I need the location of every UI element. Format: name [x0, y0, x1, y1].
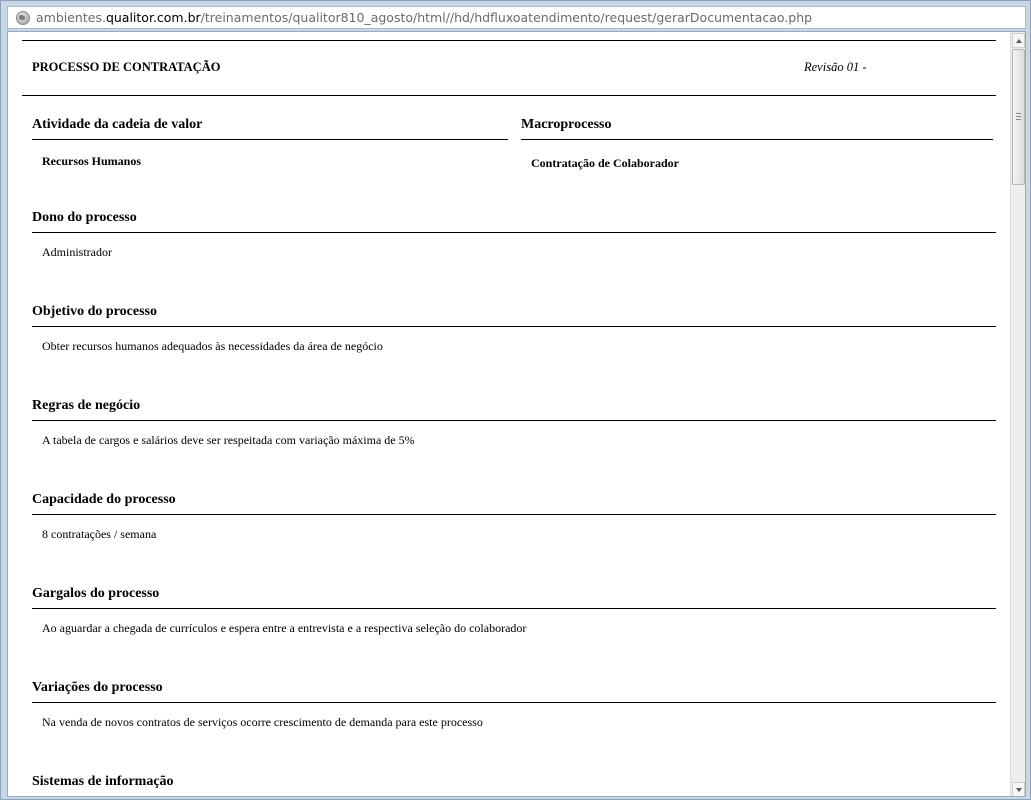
section-rule: [521, 139, 993, 140]
section-value: 8 contratações / semana: [42, 527, 157, 541]
url-prefix: ambientes.: [36, 10, 106, 25]
globe-icon: [16, 10, 30, 25]
section-rule: [32, 608, 996, 609]
top-divider: [22, 40, 996, 41]
section-label: Dono do processo: [32, 210, 137, 225]
section-value: Na venda de novos contratos de serviços …: [42, 715, 483, 729]
section-information-systems: Sistemas de informação: [32, 774, 996, 797]
address-bar[interactable]: ambientes.qualitor.com.br/treinamentos/q…: [7, 6, 1026, 29]
section-label: Atividade da cadeia de valor: [32, 117, 203, 132]
url-path: /treinamentos/qualitor810_agosto/html//h…: [200, 10, 813, 25]
section-rule: [32, 420, 996, 421]
url-domain: qualitor.com.br: [105, 10, 201, 25]
section-rule: [32, 232, 996, 233]
header-divider: [22, 95, 996, 96]
vertical-scrollbar[interactable]: [1010, 32, 1025, 796]
section-value: Ao aguardar a chegada de currículos e es…: [42, 621, 527, 635]
section-value: Administrador: [42, 245, 112, 259]
section-macroprocess: Macroprocesso Contratação de Colaborador: [521, 117, 993, 171]
section-label: Regras de negócio: [32, 398, 141, 413]
section-label: Variações do processo: [32, 680, 163, 695]
section-rule: [32, 514, 996, 515]
section-label: Capacidade do processo: [32, 492, 176, 507]
section-label: Gargalos do processo: [32, 586, 160, 601]
url-text[interactable]: ambientes.qualitor.com.br/treinamentos/q…: [36, 10, 812, 25]
section-objective: Objetivo do processo Obter recursos huma…: [32, 304, 996, 354]
document-title: PROCESSO DE CONTRATAÇÃO: [32, 60, 221, 74]
document-page: PROCESSO DE CONTRATAÇÃO Revisão 01 - Ati…: [8, 32, 1012, 797]
section-label: Macroprocesso: [521, 117, 612, 132]
section-value: Recursos Humanos: [42, 154, 142, 168]
section-value: Obter recursos humanos adequados às nece…: [42, 339, 383, 353]
section-rule: [32, 326, 996, 327]
section-value: A tabela de cargos e salários deve ser r…: [42, 433, 415, 447]
scroll-grip-icon: [1016, 113, 1021, 120]
section-owner: Dono do processo Administrador: [32, 210, 996, 260]
section-label: Sistemas de informação: [32, 774, 174, 789]
section-value: Contratação de Colaborador: [531, 156, 679, 170]
section-rule: [32, 702, 996, 703]
section-activity: Atividade da cadeia de valor Recursos Hu…: [32, 117, 508, 169]
scroll-up-arrow-icon[interactable]: [1012, 33, 1025, 48]
scroll-down-arrow-icon[interactable]: [1012, 782, 1025, 796]
scroll-thumb[interactable]: [1012, 49, 1025, 185]
page-viewport: PROCESSO DE CONTRATAÇÃO Revisão 01 - Ati…: [7, 31, 1026, 797]
revision-label: Revisão 01 -: [804, 60, 867, 74]
section-bottlenecks: Gargalos do processo Ao aguardar a chega…: [32, 586, 996, 636]
section-rule: [32, 139, 508, 140]
browser-window: ambientes.qualitor.com.br/treinamentos/q…: [0, 0, 1031, 800]
section-variations: Variações do processo Na venda de novos …: [32, 680, 996, 730]
section-capacity: Capacidade do processo 8 contratações / …: [32, 492, 996, 542]
section-label: Objetivo do processo: [32, 304, 157, 319]
section-business-rules: Regras de negócio A tabela de cargos e s…: [32, 398, 996, 448]
section-rule: [32, 796, 996, 797]
